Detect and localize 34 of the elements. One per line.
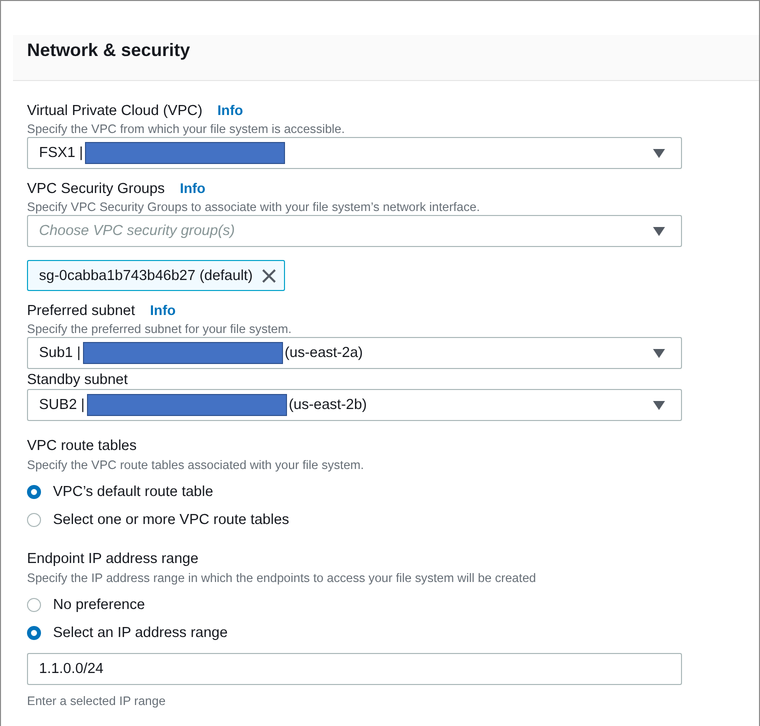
select-dropdown[interactable]: FSX1 |	[27, 137, 682, 169]
info-link[interactable]: Info	[180, 178, 206, 198]
caret-icon	[653, 148, 665, 158]
field-label: Preferred subnet	[27, 302, 136, 321]
field-description: Specify the VPC from which your file system is accessible.	[27, 121, 346, 138]
token-chip: sg-0cabba1b743b46b27 (default)	[27, 260, 285, 291]
field-description: Specify the VPC route tables associated with your file system.	[27, 457, 365, 474]
field-label: Endpoint IP address range	[27, 550, 198, 569]
radio-label[interactable]: Select an IP address range	[53, 625, 228, 641]
section-title: Network & security	[26, 39, 190, 62]
radio-button[interactable]	[27, 598, 41, 612]
radio-label[interactable]: No preference	[53, 597, 145, 613]
field-description: Specify the preferred subnet for your file system.	[27, 321, 293, 338]
input-field[interactable]: 1.1.0.0/24	[27, 653, 682, 685]
field-label: VPC route tables	[27, 437, 137, 456]
radio-button[interactable]	[27, 485, 41, 499]
close-icon[interactable]	[262, 268, 276, 282]
info-link[interactable]: Info	[150, 300, 176, 320]
caret-icon	[653, 400, 665, 410]
select-dropdown[interactable]: SUB2 | (us-east-2b)	[27, 389, 682, 421]
caret-icon	[653, 226, 665, 236]
field-label: Virtual Private Cloud (VPC)	[27, 102, 202, 121]
field-description: Specify VPC Security Groups to associate with your file system’s network interface.	[27, 199, 481, 216]
field-label: VPC Security Groups	[27, 180, 165, 199]
radio-label[interactable]: VPC’s default route table	[53, 484, 214, 500]
caret-icon	[653, 348, 665, 358]
radio-button[interactable]	[27, 513, 41, 527]
info-link[interactable]: Info	[217, 100, 244, 120]
radio-label[interactable]: Select one or more VPC route tables	[53, 512, 290, 528]
field-label: Standby subnet	[27, 371, 128, 390]
radio-button[interactable]	[27, 626, 41, 640]
select-dropdown[interactable]: Sub1 | (us-east-2a)	[27, 337, 682, 369]
field-description: Specify the IP address range in which the endpoints to access your file system will be created	[27, 570, 537, 587]
field-hint: Enter a selected IP range	[27, 693, 167, 710]
